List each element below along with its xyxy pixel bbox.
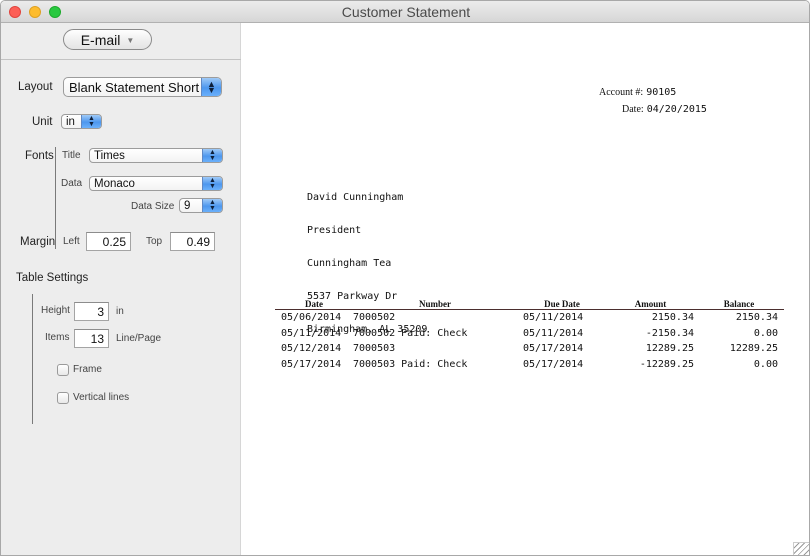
table-row: 05/11/2014 7000502 Paid: Check 05/11/201… <box>275 326 784 342</box>
date-value: 04/20/2015 <box>646 104 707 115</box>
layout-select[interactable]: Blank Statement Short ▲ ▼ <box>63 77 222 97</box>
customer-statement-window: Customer Statement E-mail ▼ Layout Blank… <box>0 0 810 556</box>
email-button[interactable]: E-mail ▼ <box>63 29 152 50</box>
column-header-number: Number <box>419 299 451 309</box>
account-label: Account #: <box>599 87 644 98</box>
height-label: Height <box>41 305 70 316</box>
cell-date: 05/06/2014 <box>281 312 342 324</box>
statement-table: Date Number Due Date Amount Balance 05/0… <box>275 299 784 372</box>
fonts-group-divider <box>55 147 56 249</box>
items-label: Items <box>45 332 70 343</box>
data-size-label: Data Size <box>131 201 175 212</box>
cell-date: 05/11/2014 <box>281 327 342 339</box>
data-size-select[interactable]: 9 ▲ ▼ <box>179 198 223 213</box>
items-per-page-field[interactable] <box>74 329 109 348</box>
up-down-arrows-icon: ▲ ▼ <box>202 199 222 212</box>
cell-number: 7000503 Paid: Check <box>353 358 468 370</box>
account-value: 90105 <box>646 87 677 98</box>
statement-preview: Account #: 90105 Date: 04/20/2015 David … <box>242 23 809 555</box>
items-unit-label: Line/Page <box>116 333 162 344</box>
cell-date: 05/12/2014 <box>281 343 342 355</box>
layout-select-value: Blank Statement Short <box>69 79 200 95</box>
cell-balance: 0.00 <box>753 358 778 370</box>
resize-grip-icon[interactable] <box>793 542 809 555</box>
unit-select-value: in <box>66 115 75 128</box>
table-settings-heading: Table Settings <box>16 272 89 284</box>
sidebar-toolbar: E-mail ▼ <box>1 23 241 60</box>
data-font-select[interactable]: Monaco ▲ ▼ <box>89 176 223 191</box>
table-settings-divider <box>32 294 33 424</box>
up-down-arrows-icon: ▲ ▼ <box>201 78 221 96</box>
cell-due-date: 05/17/2014 <box>523 343 584 355</box>
cell-number: 7000502 Paid: Check <box>353 327 468 339</box>
account-number: Account #: 90105 <box>599 86 676 98</box>
table-height-field[interactable] <box>74 302 109 321</box>
cell-due-date: 05/17/2014 <box>523 358 584 370</box>
margin-left-label: Left <box>63 236 80 247</box>
cell-balance: 2150.34 <box>735 312 778 324</box>
table-row: 05/06/2014 7000502 05/11/2014 2150.34 21… <box>275 310 784 326</box>
email-button-label: E-mail <box>80 31 121 48</box>
margin-top-field[interactable] <box>170 232 215 251</box>
cell-due-date: 05/11/2014 <box>523 312 584 324</box>
margin-label: Margin <box>20 236 56 248</box>
fonts-label: Fonts <box>25 150 54 162</box>
cell-due-date: 05/11/2014 <box>523 327 584 339</box>
address-line: Cunningham Tea <box>307 258 392 269</box>
height-unit-label: in <box>116 306 124 317</box>
table-row: 05/17/2014 7000503 Paid: Check 05/17/201… <box>275 357 784 373</box>
vertical-lines-checkbox[interactable] <box>57 392 69 404</box>
cell-date: 05/17/2014 <box>281 358 342 370</box>
up-down-arrows-icon: ▲ ▼ <box>202 149 222 162</box>
cell-number: 7000503 <box>353 343 396 355</box>
up-down-arrows-icon: ▲ ▼ <box>81 115 101 128</box>
margin-top-label: Top <box>146 236 163 247</box>
cell-balance: 0.00 <box>753 327 778 339</box>
column-header-due-date: Due Date <box>544 299 580 309</box>
vertical-lines-label: Vertical lines <box>73 392 130 403</box>
column-header-balance: Balance <box>723 299 755 309</box>
title-font-select[interactable]: Times ▲ ▼ <box>89 148 223 163</box>
address-line: President <box>307 225 362 236</box>
data-size-value: 9 <box>184 199 191 212</box>
settings-sidebar: E-mail ▼ Layout Blank Statement Short ▲ ▼… <box>1 23 241 555</box>
up-down-arrows-icon: ▲ ▼ <box>202 177 222 190</box>
data-font-value: Monaco <box>94 177 135 190</box>
layout-label: Layout <box>18 81 53 93</box>
date-label: Date: <box>622 104 644 115</box>
column-header-date: Date <box>305 299 323 309</box>
unit-label: Unit <box>32 116 53 128</box>
statement-date: Date: 04/20/2015 <box>622 103 707 115</box>
cell-number: 7000502 <box>353 312 396 324</box>
cell-amount: -12289.25 <box>639 358 694 370</box>
table-header: Date Number Due Date Amount Balance <box>275 299 784 310</box>
cell-amount: 2150.34 <box>651 312 694 324</box>
margin-left-field[interactable] <box>86 232 131 251</box>
title-font-value: Times <box>94 149 125 162</box>
cell-balance: 12289.25 <box>729 343 778 355</box>
window-title: Customer Statement <box>341 4 471 20</box>
data-font-label: Data <box>61 178 83 189</box>
cell-amount: 12289.25 <box>645 343 694 355</box>
chevron-down-icon: ▼ <box>126 36 135 45</box>
cell-amount: -2150.34 <box>645 327 694 339</box>
unit-select[interactable]: in ▲ ▼ <box>61 114 102 129</box>
frame-label: Frame <box>73 364 102 375</box>
frame-checkbox[interactable] <box>57 364 69 376</box>
table-row: 05/12/2014 7000503 05/17/2014 12289.25 1… <box>275 341 784 357</box>
title-bar: Customer Statement <box>1 1 809 23</box>
title-font-label: Title <box>62 150 81 161</box>
address-line: David Cunningham <box>307 192 404 203</box>
column-header-amount: Amount <box>634 299 667 309</box>
